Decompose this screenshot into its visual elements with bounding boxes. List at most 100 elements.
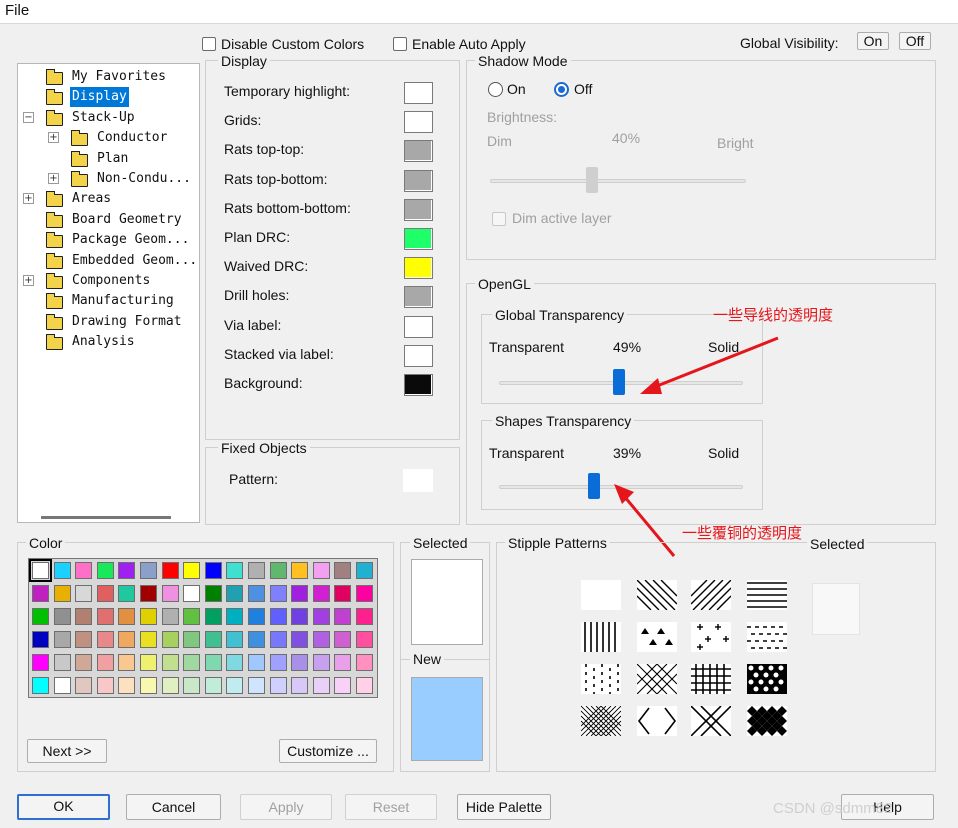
palette-color-cell[interactable] [161, 654, 179, 671]
palette-color-cell[interactable] [118, 654, 136, 671]
palette-color-cell[interactable] [226, 631, 244, 648]
stipple-diagonal-forward[interactable] [691, 580, 731, 610]
dim-active-layer-checkbox[interactable] [492, 212, 506, 226]
palette-color-cell[interactable] [96, 562, 114, 579]
palette-color-cell[interactable] [140, 654, 157, 671]
display-color-swatch[interactable] [404, 315, 433, 338]
palette-color-cell[interactable] [204, 654, 222, 671]
shapes-transparency-thumb[interactable] [588, 473, 601, 499]
palette-color-cell[interactable] [291, 677, 309, 694]
palette-color-cell[interactable] [269, 562, 287, 579]
customize-button[interactable]: Customize ... [279, 739, 377, 763]
display-color-swatch[interactable] [404, 82, 433, 104]
palette-color-cell[interactable] [96, 608, 114, 625]
display-color-swatch[interactable] [404, 286, 433, 309]
palette-color-cell[interactable] [312, 562, 330, 579]
palette-color-cell[interactable] [161, 562, 179, 579]
tree-item[interactable]: + Non-Condu... [18, 169, 198, 189]
palette-color-cell[interactable] [96, 631, 114, 648]
tree-item[interactable]: Embedded Geom... [18, 251, 198, 271]
next-button[interactable]: Next >> [27, 739, 107, 763]
palette-color-cell[interactable] [140, 585, 157, 602]
palette-color-cell[interactable] [248, 585, 265, 602]
palette-color-cell[interactable] [140, 677, 157, 694]
palette-color-cell[interactable] [183, 677, 201, 694]
display-color-swatch[interactable] [404, 140, 433, 163]
tree-item[interactable]: Package Geom... [18, 230, 198, 250]
palette-color-cell[interactable] [96, 654, 114, 671]
palette-color-cell[interactable] [269, 631, 287, 648]
palette-color-cell[interactable] [248, 654, 265, 671]
palette-color-cell[interactable] [53, 608, 71, 625]
stipple-fine-hatch[interactable] [581, 706, 621, 736]
stipple-vertical[interactable] [581, 622, 621, 652]
palette-color-cell[interactable] [291, 608, 309, 625]
palette-color-cell[interactable] [53, 562, 71, 579]
display-color-swatch[interactable] [404, 374, 433, 396]
category-tree[interactable]: My Favorites Display − Stack-Up + Conductor Pl… [17, 63, 200, 523]
stipple-diagonal-back[interactable] [637, 580, 677, 610]
stipple-lattice[interactable] [691, 706, 731, 736]
palette-color-cell[interactable] [118, 585, 136, 602]
palette-color-cell[interactable] [204, 631, 222, 648]
palette-color-cell[interactable] [334, 608, 352, 625]
palette-color-cell[interactable] [32, 631, 49, 648]
palette-color-cell[interactable] [204, 562, 222, 579]
palette-color-cell[interactable] [312, 677, 330, 694]
stipple-brackets[interactable] [637, 706, 677, 736]
palette-color-cell[interactable] [183, 631, 201, 648]
palette-color-cell[interactable] [334, 631, 352, 648]
palette-color-cell[interactable] [291, 631, 309, 648]
palette-color-cell[interactable] [334, 562, 352, 579]
palette-color-cell[interactable] [356, 631, 373, 648]
display-color-swatch[interactable] [404, 344, 433, 367]
palette-color-cell[interactable] [96, 585, 114, 602]
display-color-swatch[interactable] [404, 198, 433, 221]
palette-color-cell[interactable] [312, 608, 330, 625]
hide-palette-button[interactable]: Hide Palette [457, 794, 551, 820]
palette-color-cell[interactable] [356, 654, 373, 671]
display-color-swatch[interactable] [404, 111, 433, 134]
palette-color-cell[interactable] [269, 585, 287, 602]
palette-color-cell[interactable] [53, 654, 71, 671]
palette-color-cell[interactable] [118, 677, 136, 694]
stipple-dots[interactable] [581, 664, 621, 694]
palette-color-cell[interactable] [118, 631, 136, 648]
collapse-icon[interactable]: − [23, 111, 34, 123]
palette-color-cell[interactable] [226, 585, 244, 602]
stipple-grid[interactable] [691, 664, 731, 694]
palette-color-cell[interactable] [291, 562, 309, 579]
palette-color-cell[interactable] [269, 608, 287, 625]
palette-color-cell[interactable] [356, 677, 373, 694]
palette-color-cell[interactable] [204, 585, 222, 602]
display-color-swatch[interactable] [404, 169, 433, 192]
palette-color-cell[interactable] [140, 631, 157, 648]
palette-color-cell[interactable] [356, 562, 373, 579]
expand-icon[interactable]: + [23, 275, 34, 286]
palette-color-cell[interactable] [53, 677, 71, 694]
tree-item[interactable]: Board Geometry [18, 210, 198, 230]
palette-color-cell[interactable] [140, 562, 157, 579]
tree-item[interactable]: Manufacturing [18, 291, 198, 311]
palette-color-cell[interactable] [32, 608, 49, 625]
palette-color-cell[interactable] [248, 562, 265, 579]
palette-color-cell[interactable] [75, 677, 93, 694]
palette-color-cell[interactable] [204, 608, 222, 625]
palette-color-cell[interactable] [118, 562, 136, 579]
tree-item[interactable]: Display [18, 87, 198, 108]
stipple-checker[interactable] [747, 706, 787, 736]
palette-color-cell[interactable] [356, 585, 373, 602]
palette-color-cell[interactable] [269, 677, 287, 694]
expand-icon[interactable]: + [48, 132, 59, 144]
tree-item[interactable]: Analysis [18, 332, 198, 352]
palette-color-cell[interactable] [183, 585, 201, 602]
brightness-slider-track[interactable] [490, 179, 746, 183]
stipple-checker-dense[interactable] [747, 664, 787, 694]
stipple-triangles[interactable] [637, 622, 677, 652]
palette-color-cell[interactable] [183, 562, 201, 579]
palette-color-cell[interactable] [161, 677, 179, 694]
shadow-on-radio[interactable] [488, 82, 503, 97]
palette-color-cell[interactable] [248, 677, 265, 694]
palette-color-cell[interactable] [334, 585, 352, 602]
palette-color-cell[interactable] [140, 608, 157, 625]
